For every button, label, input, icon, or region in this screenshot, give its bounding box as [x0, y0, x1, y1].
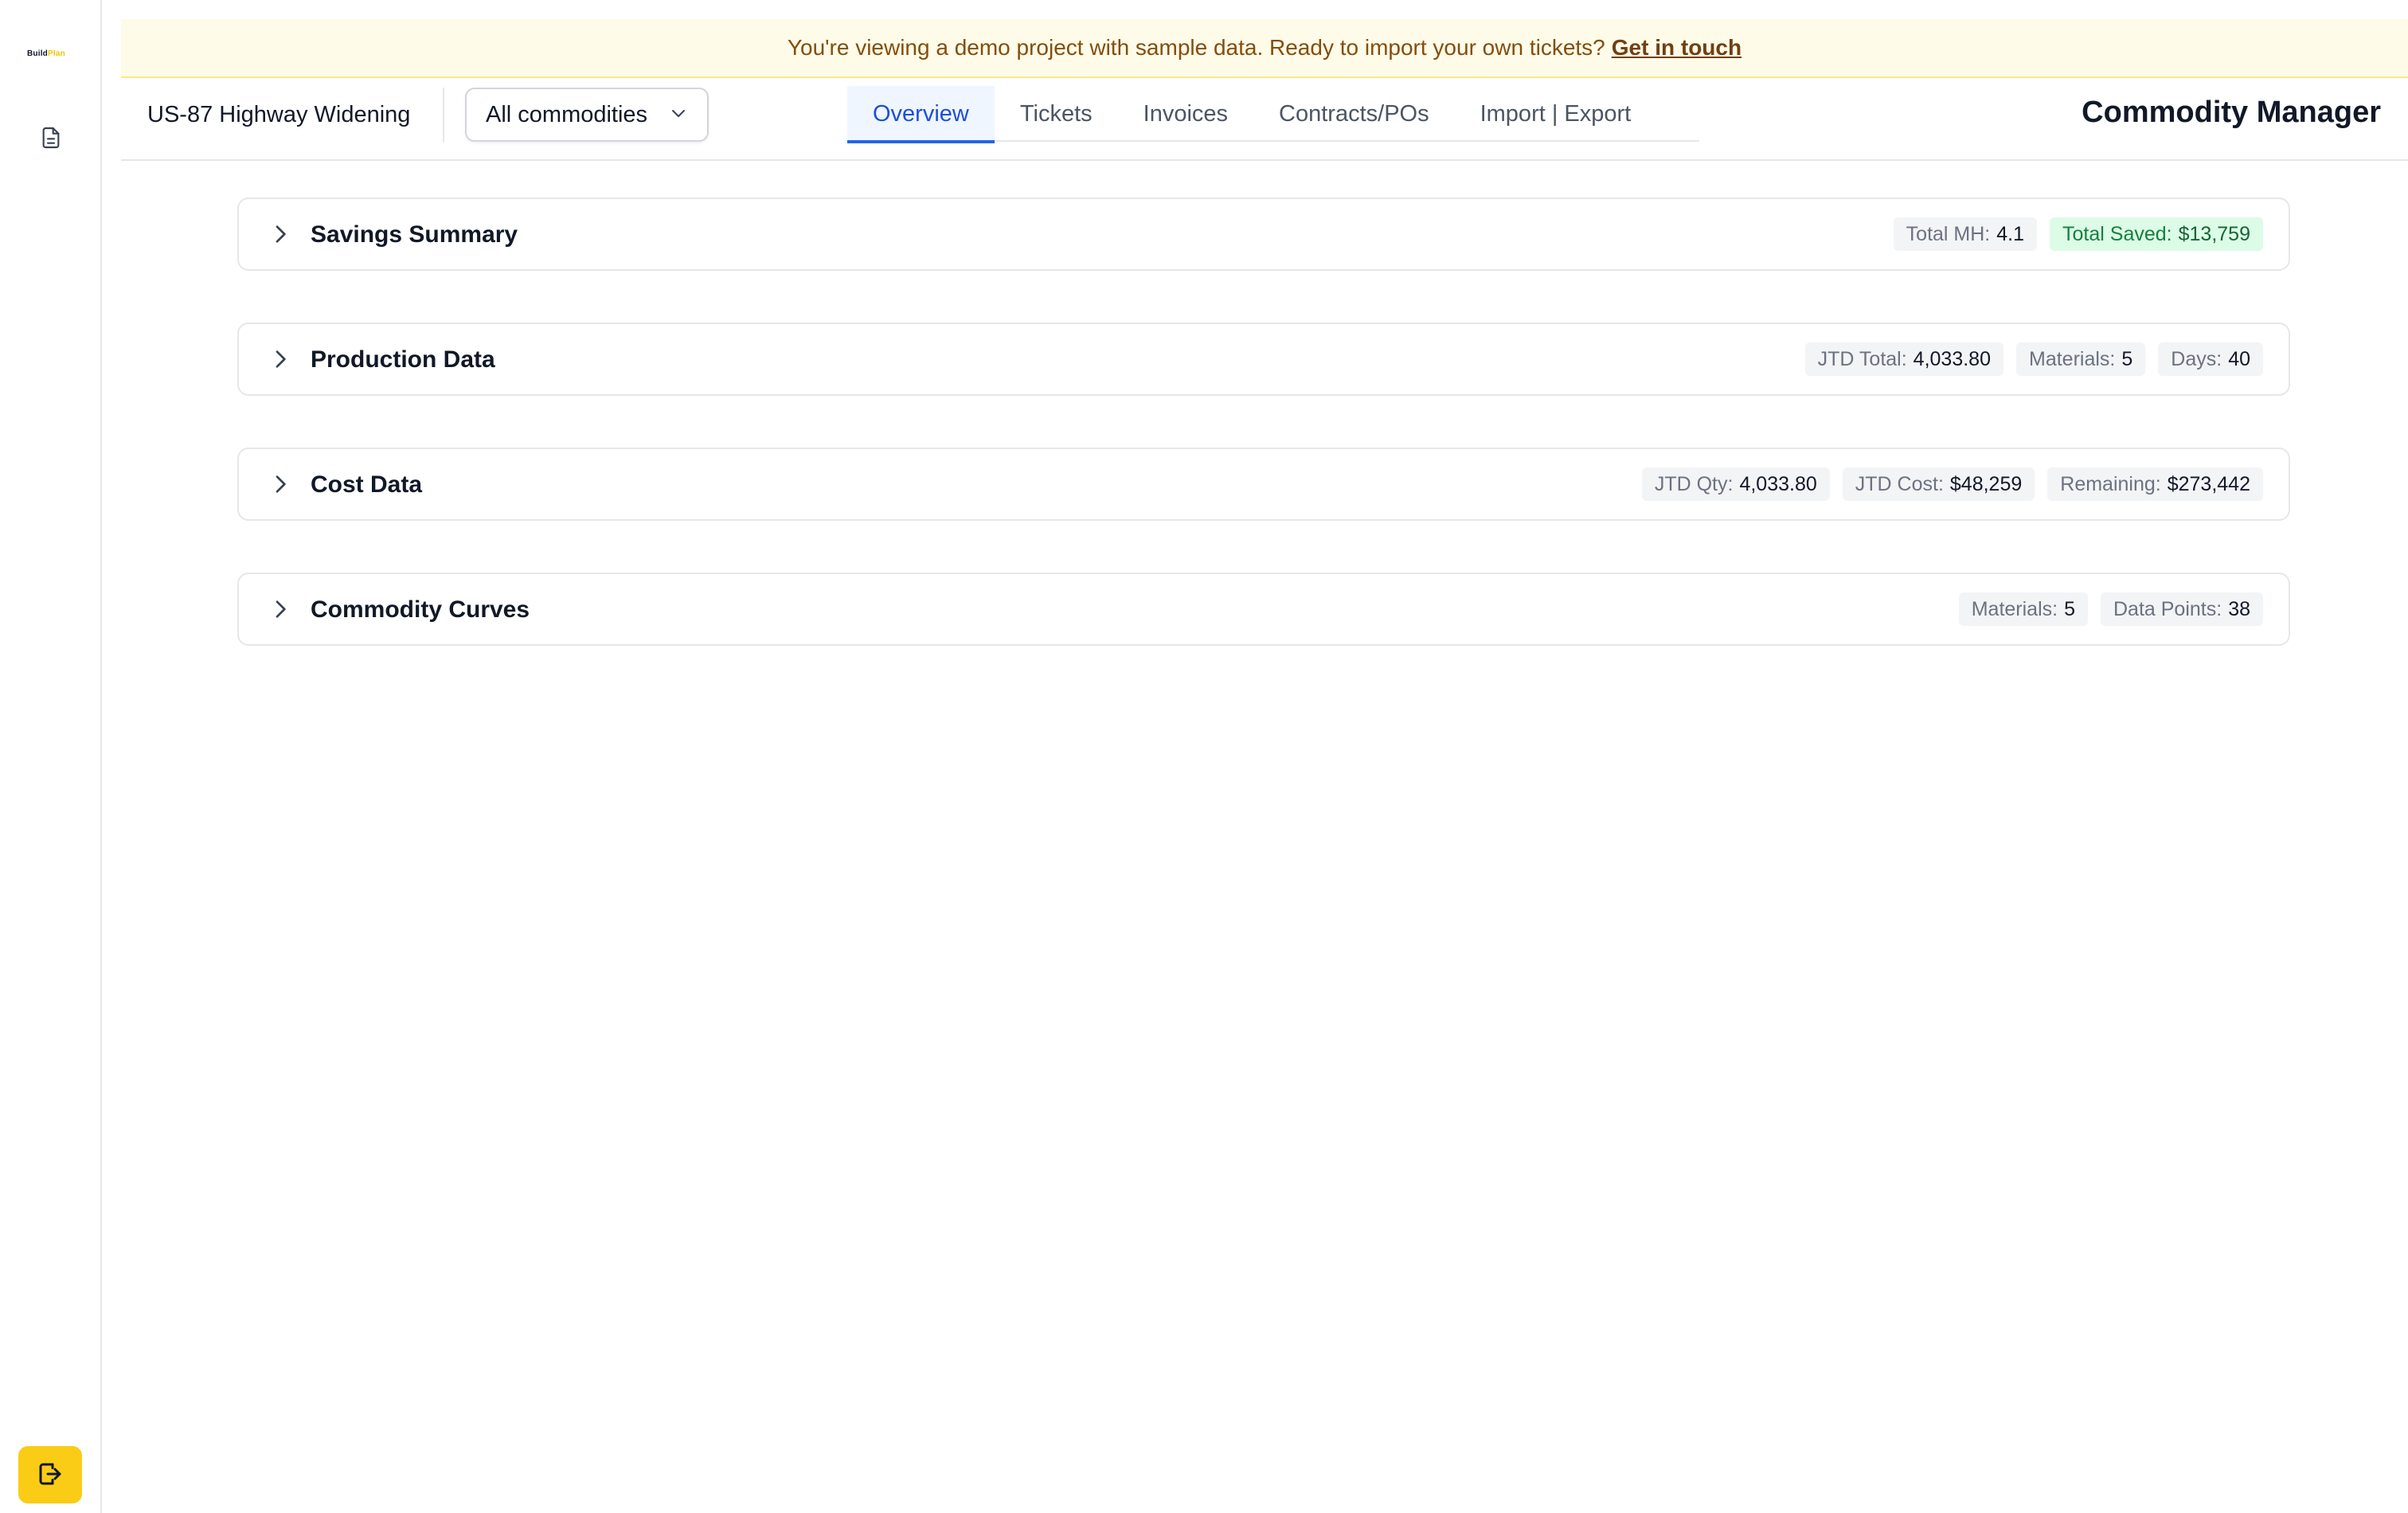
stat-value: 5	[2064, 597, 2075, 620]
chevron-right-icon	[268, 221, 293, 247]
section-stats: JTD Total: 4,033.80 Materials: 5 Days: 4…	[1804, 342, 2263, 376]
stat-value: $48,259	[1949, 472, 2023, 495]
stat-value: 4,033.80	[1739, 472, 1817, 495]
stat-badge-jtd-cost: JTD Cost: $48,259	[1842, 467, 2035, 501]
project-header: US-87 Highway Widening All commodities O…	[121, 78, 2408, 161]
section-stats: Materials: 5 Data Points: 38	[1958, 592, 2263, 626]
stat-label: Materials:	[2029, 347, 2116, 370]
sidebar: BuildPlan	[0, 0, 102, 1513]
sign-out-button[interactable]	[18, 1446, 82, 1503]
stat-badge-total-saved: Total Saved: $13,759	[2050, 217, 2263, 251]
stat-label: JTD Qty:	[1654, 472, 1734, 495]
document-icon[interactable]	[37, 123, 65, 152]
demo-banner-text: You're viewing a demo project with sampl…	[787, 35, 1605, 60]
stat-badge-jtd-qty: JTD Qty: 4,033.80	[1641, 467, 1830, 501]
stat-value: 4,033.80	[1913, 347, 1991, 370]
stat-label: Data Points:	[2113, 597, 2222, 620]
demo-banner: You're viewing a demo project with sampl…	[121, 19, 2408, 78]
production-data-panel[interactable]: Production Data JTD Total: 4,033.80 Mate…	[237, 323, 2290, 396]
stat-badge-materials: Materials: 5	[1958, 592, 2088, 626]
stat-label: Days:	[2171, 347, 2222, 370]
stat-value: 5	[2121, 347, 2133, 370]
stat-badge-materials: Materials: 5	[2016, 342, 2146, 376]
chevron-down-icon	[669, 104, 688, 127]
stat-label: JTD Cost:	[1855, 472, 1944, 495]
app-logo[interactable]: BuildPlan	[27, 49, 75, 61]
tab-overview[interactable]: Overview	[847, 86, 995, 143]
chevron-right-icon	[268, 471, 293, 497]
section-title: Cost Data	[311, 471, 423, 498]
commodity-curves-panel[interactable]: Commodity Curves Materials: 5 Data Point…	[237, 573, 2290, 646]
logo-text-primary: Build	[27, 49, 48, 58]
stat-badge-days: Days: 40	[2158, 342, 2263, 376]
commodity-select-value: All commodities	[486, 101, 648, 127]
section-title: Savings Summary	[311, 221, 518, 248]
section-stats: JTD Qty: 4,033.80 JTD Cost: $48,259 Rema…	[1641, 467, 2263, 501]
stat-label: Total MH:	[1906, 222, 1991, 245]
section-title: Production Data	[311, 346, 495, 373]
stat-value: $273,442	[2167, 472, 2250, 495]
section-title: Commodity Curves	[311, 596, 530, 623]
stat-badge-data-points: Data Points: 38	[2101, 592, 2263, 626]
chevron-right-icon	[268, 596, 293, 622]
tab-contracts-pos[interactable]: Contracts/POs	[1253, 86, 1455, 142]
stat-label: Materials:	[1971, 597, 2058, 620]
get-in-touch-link[interactable]: Get in touch	[1612, 35, 1742, 61]
stat-value: $13,759	[2178, 222, 2250, 245]
project-name: US-87 Highway Widening	[147, 102, 411, 127]
tab-import-export[interactable]: Import | Export	[1455, 86, 1657, 142]
stat-label: Remaining:	[2060, 472, 2161, 495]
stat-badge-remaining: Remaining: $273,442	[2047, 467, 2263, 501]
main-tabs: Overview Tickets Invoices Contracts/POs …	[847, 86, 1699, 143]
stat-label: JTD Total:	[1817, 347, 1907, 370]
savings-summary-panel[interactable]: Savings Summary Total MH: 4.1 Total Save…	[237, 197, 2290, 271]
stat-value: 38	[2228, 597, 2250, 620]
tab-tickets[interactable]: Tickets	[995, 86, 1118, 142]
cost-data-panel[interactable]: Cost Data JTD Qty: 4,033.80 JTD Cost: $4…	[237, 448, 2290, 521]
stat-value: 4.1	[1996, 222, 2025, 245]
logo-text-accent: Plan	[48, 49, 65, 58]
stat-label: Total Saved:	[2062, 222, 2172, 245]
commodity-select[interactable]: All commodities	[465, 88, 709, 142]
tab-invoices[interactable]: Invoices	[1118, 86, 1253, 142]
chevron-right-icon	[268, 346, 293, 372]
section-stats: Total MH: 4.1 Total Saved: $13,759	[1893, 217, 2263, 251]
stat-value: 40	[2228, 347, 2250, 370]
sign-out-icon	[36, 1460, 64, 1491]
stat-badge-total-mh: Total MH: 4.1	[1893, 217, 2038, 251]
page-title: Commodity Manager	[2082, 96, 2381, 129]
header-divider	[443, 88, 444, 142]
app-root: BuildPlan You're viewing a demo project …	[0, 0, 2408, 1513]
stat-badge-jtd-total: JTD Total: 4,033.80	[1804, 342, 2003, 376]
